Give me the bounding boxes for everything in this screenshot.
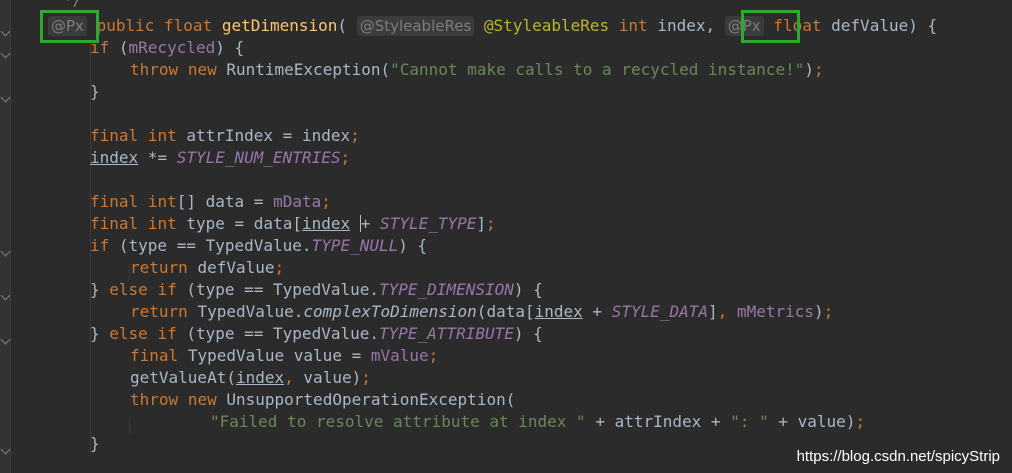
code-line: } else if (type == TypedValue.TYPE_DIMEN… xyxy=(90,280,543,299)
code-line: "Failed to resolve attribute at index " … xyxy=(210,412,866,431)
code-line: throw new RuntimeException("Cannot make … xyxy=(130,60,824,79)
method-name: getDimension xyxy=(221,16,338,35)
constant: STYLE_NUM_ENTRIES xyxy=(176,148,341,167)
code-line-signature: @Px public float getDimension( @Styleabl… xyxy=(48,15,937,37)
identifier: defValue xyxy=(197,258,275,277)
constant: TYPE_NULL xyxy=(311,236,399,255)
keyword: if xyxy=(157,324,177,343)
code-line: return TypedValue.complexToDimension(dat… xyxy=(130,302,834,321)
identifier: index xyxy=(534,302,583,321)
constant: TYPE_DIMENSION xyxy=(379,280,514,299)
annotation: @StyleableRes xyxy=(483,16,610,35)
class-name: TypedValue xyxy=(205,236,302,255)
code-line: throw new UnsupportedOperationException( xyxy=(130,390,516,409)
constant: STYLE_TYPE xyxy=(380,214,477,233)
code-line: getValueAt(index, value); xyxy=(130,368,371,387)
identifier: attrIndex xyxy=(186,126,274,145)
keyword: final xyxy=(90,126,139,145)
keyword: else xyxy=(109,280,148,299)
keyword: int xyxy=(618,16,648,35)
field: mMetrics xyxy=(736,302,814,321)
keyword: public xyxy=(96,16,155,35)
identifier: type xyxy=(195,324,235,343)
string-literal: ": " xyxy=(730,412,769,431)
keyword: int xyxy=(147,126,177,145)
code-line: if (mRecycled) { xyxy=(90,38,245,57)
identifier: data xyxy=(205,192,245,211)
constant: STYLE_DATA xyxy=(611,302,709,321)
identifier: type xyxy=(195,280,235,299)
identifier: index xyxy=(235,368,285,387)
class-name: UnsupportedOperationException xyxy=(226,390,506,409)
keyword: final xyxy=(130,346,179,365)
string-literal: "Failed to resolve attribute at index " xyxy=(210,412,586,431)
identifier: attrIndex xyxy=(614,412,702,431)
code-line: final int attrIndex = index; xyxy=(90,126,360,145)
identifier: index xyxy=(657,16,706,35)
identifier: data xyxy=(253,214,293,233)
keyword: if xyxy=(90,236,110,255)
constant: TYPE_ATTRIBUTE xyxy=(379,324,514,343)
field: mValue xyxy=(370,346,429,365)
keyword: else xyxy=(109,324,148,343)
keyword: throw xyxy=(130,60,179,79)
parameter-hint: @StyleableRes xyxy=(356,16,475,36)
string-literal: "Cannot make calls to a recycled instanc… xyxy=(390,60,805,79)
keyword: int xyxy=(147,192,177,211)
keyword: throw xyxy=(130,390,179,409)
method-call: complexToDimension xyxy=(303,302,477,321)
class-name: TypedValue xyxy=(273,324,370,343)
code-line: } else if (type == TypedValue.TYPE_ATTRI… xyxy=(90,324,543,343)
identifier: value xyxy=(293,346,342,365)
highlight-box xyxy=(741,10,800,43)
identifier: index xyxy=(301,126,351,145)
identifier: value xyxy=(797,412,846,431)
text-caret xyxy=(359,215,361,232)
code-line: final int[] data = mData; xyxy=(90,192,331,211)
method-call: getValueAt xyxy=(130,368,227,387)
keyword: float xyxy=(164,16,213,35)
identifier: type xyxy=(128,236,168,255)
keyword: if xyxy=(157,280,177,299)
comment-text: */ xyxy=(63,0,82,9)
identifier: value xyxy=(303,368,352,387)
highlight-box xyxy=(40,10,99,43)
field: mRecycled xyxy=(128,38,216,57)
code-line: if (type == TypedValue.TYPE_NULL) { xyxy=(90,236,428,255)
class-name: TypedValue xyxy=(273,280,370,299)
class-name: RuntimeException xyxy=(226,60,381,79)
code-line: return defValue; xyxy=(130,258,285,277)
keyword: return xyxy=(130,258,188,277)
keyword: new xyxy=(187,60,217,79)
identifier: index xyxy=(301,214,351,233)
keyword: final xyxy=(90,192,139,211)
code-editor[interactable]: */ @Px public float getDimension( @Style… xyxy=(0,0,1012,473)
code-line: } xyxy=(90,434,100,453)
field: mData xyxy=(273,192,322,211)
keyword: new xyxy=(187,390,217,409)
code-line: final TypedValue value = mValue; xyxy=(130,346,439,365)
code-line: final int type = data[index + STYLE_TYPE… xyxy=(90,214,496,233)
code-line: } xyxy=(90,82,100,101)
identifier: defValue xyxy=(831,16,909,35)
identifier: data xyxy=(486,302,525,321)
watermark-text: https://blog.csdn.net/spicyStrip xyxy=(796,448,1000,465)
class-name: TypedValue xyxy=(187,346,285,365)
keyword: int xyxy=(147,214,177,233)
code-line: index *= STYLE_NUM_ENTRIES; xyxy=(90,148,351,167)
identifier: type xyxy=(186,214,225,233)
identifier: index xyxy=(90,148,139,167)
keyword: final xyxy=(90,214,139,233)
keyword: return xyxy=(130,302,188,321)
class-name: TypedValue xyxy=(197,302,294,321)
code-area[interactable]: */ @Px public float getDimension( @Style… xyxy=(0,0,1012,473)
